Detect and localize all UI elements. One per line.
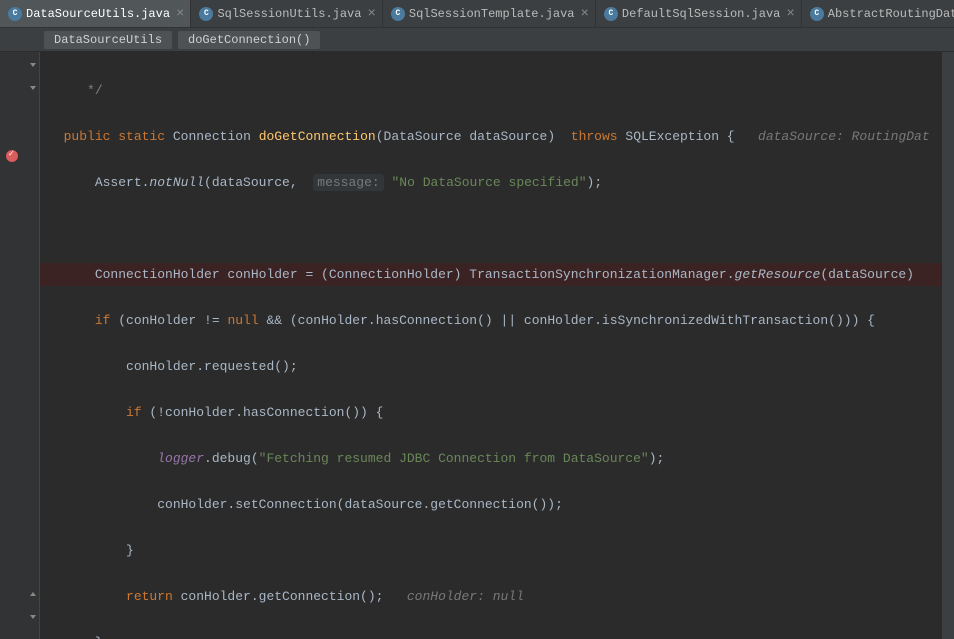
close-icon[interactable]: × [176, 7, 184, 21]
code-kw: static [118, 129, 165, 144]
code-text: } [126, 543, 134, 558]
fold-up-icon[interactable] [28, 589, 38, 599]
close-icon[interactable]: × [581, 7, 589, 21]
breakpoint-icon[interactable] [6, 150, 18, 162]
code-text: ConnectionHolder conHolder = (Connection… [95, 267, 735, 282]
editor-tab-2[interactable]: C SqlSessionTemplate.java × [383, 0, 596, 27]
code-editor[interactable]: */ public static Connection doGetConnect… [40, 52, 942, 639]
code-text: ); [587, 175, 603, 190]
param-hint: message: [313, 174, 383, 191]
breadcrumb-method[interactable]: doGetConnection() [178, 31, 320, 49]
tab-label: DefaultSqlSession.java [622, 7, 780, 21]
breadcrumb-class[interactable]: DataSourceUtils [44, 31, 172, 49]
java-class-icon: C [604, 7, 618, 21]
tab-label: SqlSessionTemplate.java [409, 7, 575, 21]
editor-area: */ public static Connection doGetConnect… [0, 52, 954, 639]
inline-hint: dataSource: RoutingDat [758, 129, 930, 144]
tab-bar: C DataSourceUtils.java × C SqlSessionUti… [0, 0, 954, 28]
error-stripe[interactable] [942, 52, 954, 639]
code-text: Assert. [95, 175, 150, 190]
tab-label: AbstractRoutingDataSource.java [828, 7, 954, 21]
code-text: SQLException { [625, 129, 734, 144]
editor-tab-0[interactable]: C DataSourceUtils.java × [0, 0, 191, 27]
editor-tab-4[interactable]: C AbstractRoutingDataSource.java × [802, 0, 954, 27]
tab-label: DataSourceUtils.java [26, 7, 170, 21]
breadcrumb: DataSourceUtils doGetConnection() [0, 28, 954, 52]
code-kw: if [126, 405, 142, 420]
java-class-icon: C [8, 7, 22, 21]
java-class-icon: C [391, 7, 405, 21]
fold-icon[interactable] [28, 83, 38, 93]
code-text: */ [87, 83, 103, 98]
code-field: logger [157, 451, 204, 466]
code-kw: throws [571, 129, 618, 144]
code-text: Connection [173, 129, 251, 144]
code-text: } [95, 635, 103, 639]
editor-tab-3[interactable]: C DefaultSqlSession.java × [596, 0, 802, 27]
code-text: ); [649, 451, 665, 466]
code-text: (!conHolder.hasConnection()) { [142, 405, 384, 420]
gutter[interactable] [0, 52, 40, 639]
java-class-icon: C [199, 7, 213, 21]
code-text: (conHolder != [110, 313, 227, 328]
editor-tab-1[interactable]: C SqlSessionUtils.java × [191, 0, 382, 27]
code-text: (dataSource) [820, 267, 914, 282]
java-class-icon: C [810, 7, 824, 21]
inline-hint: conHolder: null [407, 589, 524, 604]
code-str: "Fetching resumed JDBC Connection from D… [259, 451, 649, 466]
code-str: "No DataSource specified" [392, 175, 587, 190]
code-kw: public [64, 129, 111, 144]
code-text: conHolder.requested(); [126, 359, 298, 374]
fold-icon[interactable] [28, 60, 38, 70]
code-kw: null [227, 313, 258, 328]
code-method: doGetConnection [259, 129, 376, 144]
code-text: && (conHolder.hasConnection() || conHold… [259, 313, 875, 328]
code-text: notNull [149, 175, 204, 190]
code-text: (dataSource, [204, 175, 298, 190]
code-kw: if [95, 313, 111, 328]
close-icon[interactable]: × [786, 7, 794, 21]
code-text: .debug( [204, 451, 259, 466]
close-icon[interactable]: × [367, 7, 375, 21]
tab-label: SqlSessionUtils.java [217, 7, 361, 21]
code-text: conHolder.getConnection(); [173, 589, 384, 604]
code-text: (DataSource dataSource) [376, 129, 555, 144]
fold-icon[interactable] [28, 612, 38, 622]
code-text: conHolder.setConnection(dataSource.getCo… [157, 497, 563, 512]
code-kw: return [126, 589, 173, 604]
code-text: getResource [735, 267, 821, 282]
